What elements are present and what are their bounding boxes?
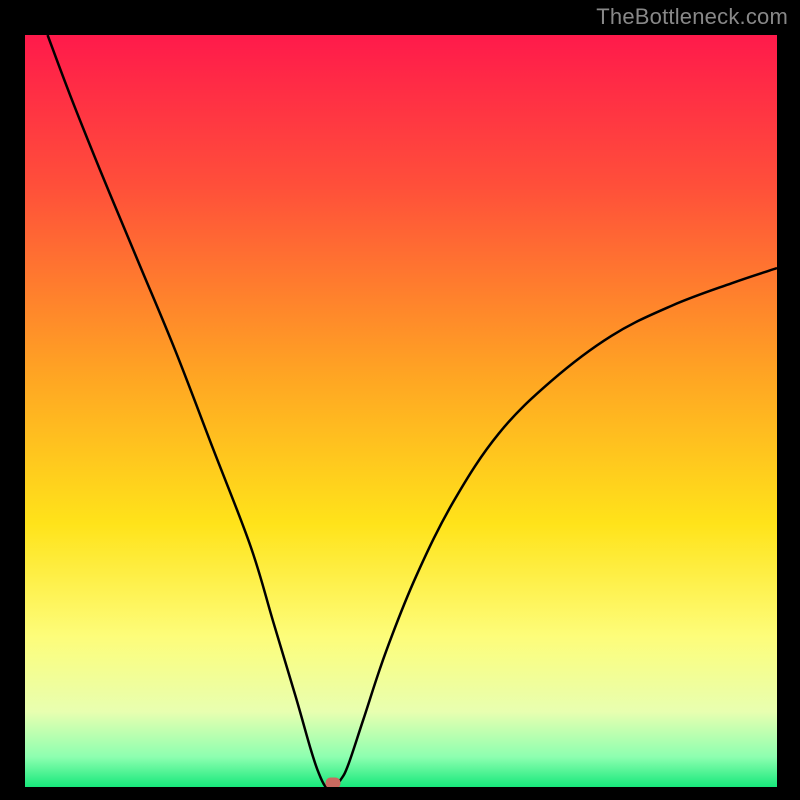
optimum-marker [326, 778, 341, 787]
bottleneck-curve [25, 35, 777, 787]
plot-area [25, 35, 777, 787]
curve-path [48, 35, 777, 787]
watermark-text: TheBottleneck.com [596, 4, 788, 30]
